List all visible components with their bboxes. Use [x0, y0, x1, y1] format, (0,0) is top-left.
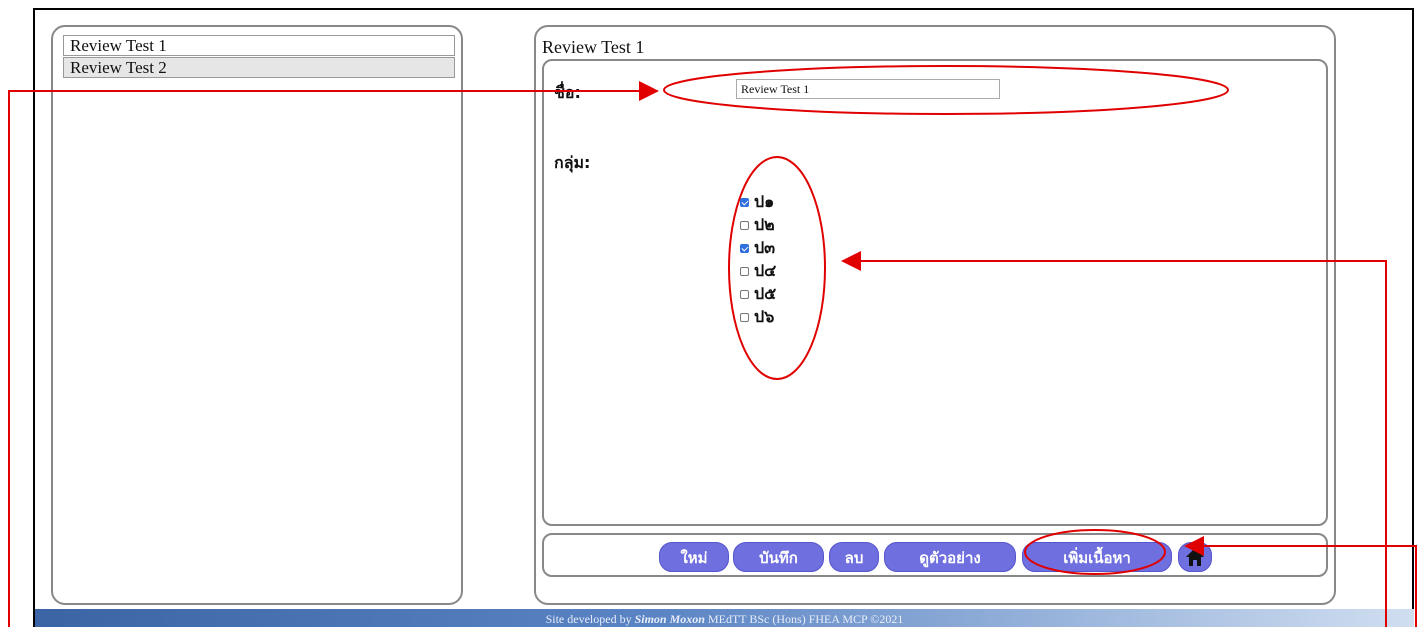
annotation-arrow-name [8, 81, 659, 627]
annotation-arrow-add-content [1184, 536, 1417, 627]
name-field-highlight [663, 65, 1229, 115]
group-checkbox-highlight [728, 156, 826, 380]
annotation-overlay [8, 65, 1417, 627]
add-content-button-highlight [1024, 529, 1166, 575]
